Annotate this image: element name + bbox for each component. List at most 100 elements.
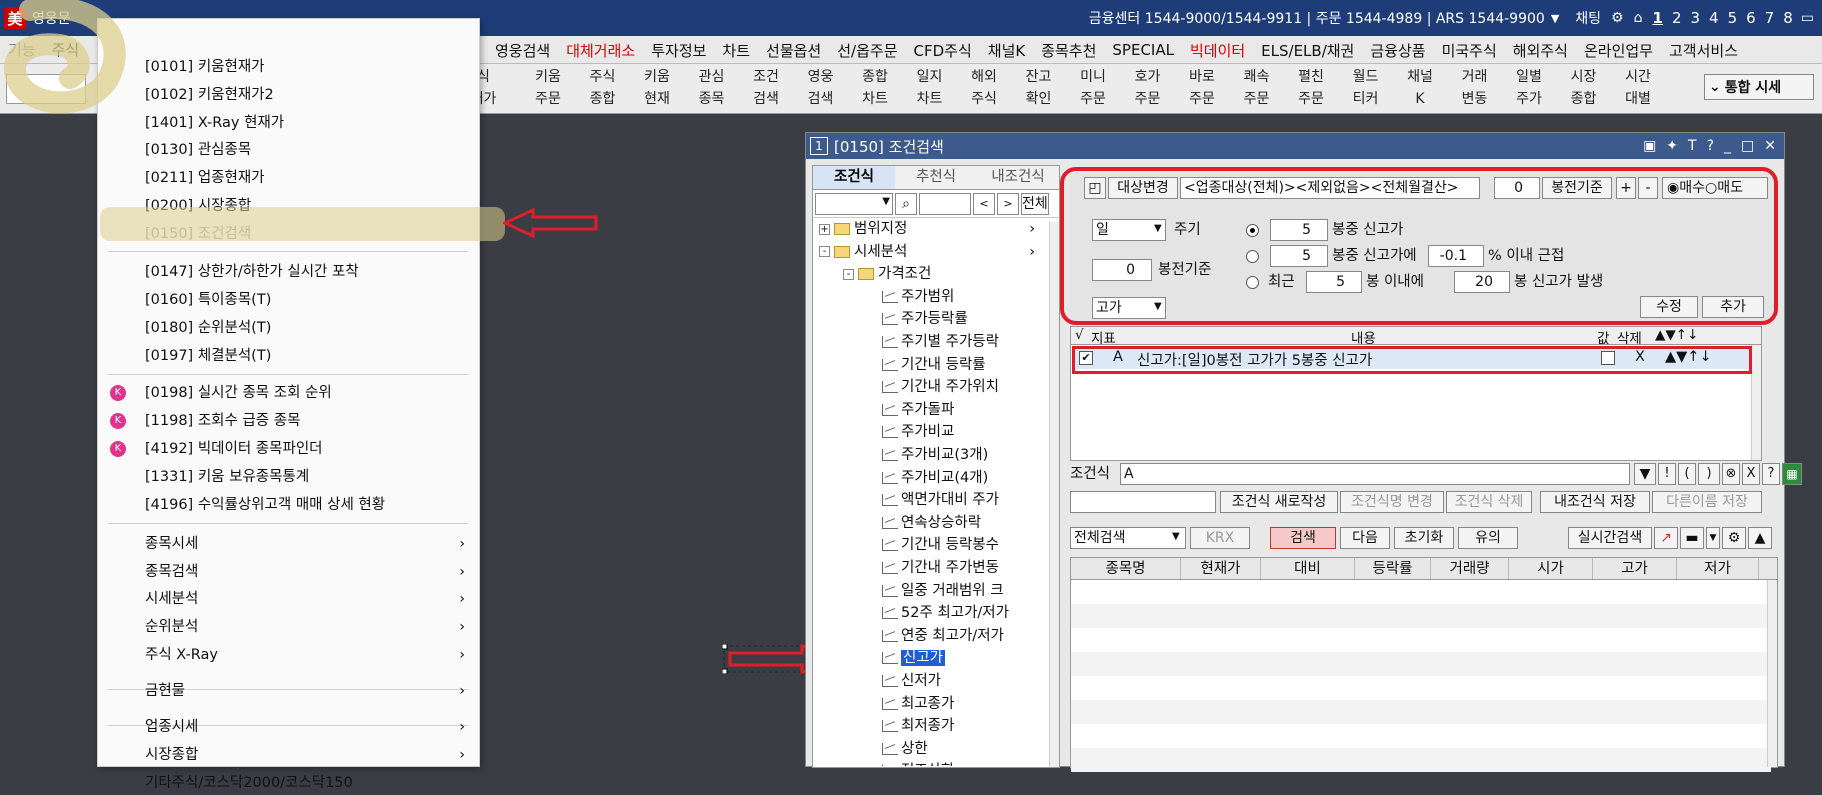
- not-button[interactable]: !: [1658, 463, 1676, 485]
- menu-dropdown-icon[interactable]: ▼: [1706, 527, 1720, 549]
- menu-item[interactable]: [0101] 키움현재가: [145, 55, 265, 79]
- tree-item[interactable]: 주가돌파: [867, 399, 1043, 421]
- submenu-item[interactable]: 종목검색 ›: [145, 560, 465, 584]
- menu-item[interactable]: [0130] 관심종목: [145, 138, 251, 162]
- menu-item[interactable]: 채널K: [980, 40, 1033, 61]
- submenu-item[interactable]: 업종시세 ›: [145, 715, 465, 739]
- minimize-icon[interactable]: _: [1724, 138, 1731, 154]
- menu-item[interactable]: 영웅검색: [487, 40, 558, 61]
- results-column-header[interactable]: 종목명: [1071, 558, 1181, 579]
- contact-dropdown-icon[interactable]: ▼: [1551, 12, 1559, 25]
- tab-my-condition[interactable]: 내조건식: [977, 166, 1059, 189]
- toolbar-button[interactable]: 잔고 확인: [1013, 66, 1065, 112]
- toolbar-button[interactable]: 시장 종합: [1558, 66, 1610, 112]
- realtime-search-button[interactable]: 실시간검색: [1568, 527, 1652, 549]
- toolbar-button[interactable]: 키움 현재: [631, 66, 683, 112]
- tree-item[interactable]: 기간내 등락봉수: [867, 534, 1043, 556]
- expand-toggle-icon[interactable]: +: [819, 223, 830, 235]
- menu-item[interactable]: 투자정보: [643, 40, 714, 61]
- excel-export-icon[interactable]: ▦: [1782, 463, 1802, 485]
- expand-toggle-icon[interactable]: -: [843, 268, 854, 280]
- toolbar-button[interactable]: 미니 주문: [1067, 66, 1119, 112]
- toolbar-button[interactable]: 관심 종목: [686, 66, 738, 112]
- next-icon[interactable]: >: [997, 192, 1019, 215]
- save-as-button[interactable]: 다른이름 저장: [1652, 491, 1762, 513]
- screen-page-tab[interactable]: 6: [1746, 9, 1756, 27]
- tree-item[interactable]: 주가비교(3개): [867, 444, 1043, 466]
- close-icon[interactable]: ✕: [1764, 138, 1776, 154]
- caution-button[interactable]: 유의: [1458, 527, 1518, 549]
- prev-icon[interactable]: <: [973, 192, 995, 215]
- menu-item[interactable]: 빅데이터: [1182, 40, 1253, 61]
- tree-item[interactable]: - 시세분석 ›: [819, 241, 1043, 263]
- toolbar-button[interactable]: 일별 주가: [1503, 66, 1555, 112]
- tree-item[interactable]: 기간내 주가위치: [867, 376, 1043, 398]
- menu-item[interactable]: [0211] 업종현재가: [145, 166, 265, 190]
- tree-item[interactable]: 최고종가: [867, 693, 1043, 715]
- results-column-header[interactable]: 저가: [1677, 558, 1759, 579]
- submenu-item[interactable]: 금현물 ›: [145, 679, 465, 703]
- toolbar-button[interactable]: 시간 대별: [1612, 66, 1664, 112]
- results-column-header[interactable]: 거래량: [1431, 558, 1509, 579]
- collapse-icon[interactable]: ▲: [1748, 527, 1772, 549]
- submenu-item[interactable]: 시장종합 ›: [145, 743, 465, 767]
- xor-button[interactable]: ⊗: [1722, 463, 1740, 485]
- toolbar-button[interactable]: 주식 종합: [577, 66, 629, 112]
- tree-item[interactable]: 주가등락률: [867, 308, 1043, 330]
- font-size-icon[interactable]: T: [1688, 138, 1697, 154]
- toolbar-button[interactable]: 쾌속 주문: [1231, 66, 1283, 112]
- toolbar-button[interactable]: 종합 차트: [849, 66, 901, 112]
- menu-item[interactable]: 선물옵션: [758, 40, 829, 61]
- home-icon[interactable]: ⌂: [1634, 10, 1643, 26]
- chat-label[interactable]: 채팅: [1575, 8, 1601, 28]
- condition-name-input[interactable]: [1070, 491, 1216, 513]
- menu-item[interactable]: [4192] 빅데이터 종목파인더: [145, 437, 323, 461]
- submenu-item[interactable]: 주식 X-Ray ›: [145, 643, 465, 667]
- rename-condition-button[interactable]: 조건식명 변경: [1340, 491, 1444, 513]
- next-button[interactable]: 다음: [1340, 527, 1390, 549]
- help-button[interactable]: ?: [1762, 463, 1780, 485]
- reset-button[interactable]: 초기화: [1394, 527, 1454, 549]
- toolbar-button[interactable]: 조건 검색: [740, 66, 792, 112]
- menu-item[interactable]: 고객서비스: [1661, 40, 1746, 61]
- menu-item[interactable]: [0147] 상한가/하한가 실시간 포착: [145, 260, 359, 284]
- new-condition-button[interactable]: 조건식 새로작성: [1220, 491, 1338, 513]
- results-column-header[interactable]: 현재가: [1181, 558, 1261, 579]
- results-scrollbar[interactable]: [1767, 580, 1777, 767]
- tree-item[interactable]: 주기별 주가등락: [867, 331, 1043, 353]
- menu-item[interactable]: 온라인업무: [1576, 40, 1661, 61]
- menu-item[interactable]: [1198] 조회수 급증 종목: [145, 409, 300, 433]
- pin-icon[interactable]: ✦: [1666, 138, 1678, 154]
- menu-item[interactable]: [1331] 키움 보유종목통계: [145, 465, 309, 489]
- results-column-header[interactable]: 대비: [1261, 558, 1355, 579]
- menu-item[interactable]: 미국주식: [1434, 40, 1505, 61]
- submenu-item[interactable]: 종목시세 ›: [145, 532, 465, 556]
- formula-field[interactable]: A: [1120, 463, 1630, 485]
- tree-scrollbar[interactable]: [1049, 222, 1059, 767]
- search-button[interactable]: 검색: [1270, 527, 1336, 549]
- search-icon[interactable]: ⌕: [895, 192, 917, 215]
- tree-item[interactable]: + 범위지정 ›: [819, 218, 1043, 240]
- menu-item[interactable]: [4196] 수익률상위고객 매매 상세 현황: [145, 493, 385, 517]
- menu-icon[interactable]: ▬: [1680, 527, 1704, 549]
- screen-page-tab[interactable]: 3: [1690, 9, 1700, 27]
- krx-button[interactable]: KRX: [1190, 527, 1250, 549]
- tree-item[interactable]: 일중 거래범위 크: [867, 580, 1043, 602]
- toolbar-button[interactable]: 펼친 주문: [1285, 66, 1337, 112]
- scope-dropdown-icon[interactable]: ▼: [1172, 531, 1180, 542]
- menu-item[interactable]: ELS/ELB/채권: [1253, 40, 1362, 61]
- screen-page-tab[interactable]: 7: [1765, 9, 1775, 27]
- toolbar-button[interactable]: 일지 차트: [904, 66, 956, 112]
- grid-scrollbar[interactable]: [1751, 345, 1761, 460]
- all-button[interactable]: 전체: [1021, 192, 1049, 215]
- maximize-icon[interactable]: □: [1741, 138, 1754, 154]
- formula-dropdown-icon[interactable]: ▼: [1634, 463, 1656, 485]
- tree-search-input[interactable]: [919, 192, 971, 215]
- window-link-icon[interactable]: ▣: [1643, 138, 1656, 154]
- save-my-condition-button[interactable]: 내조건식 저장: [1540, 491, 1650, 513]
- screen-page-tab[interactable]: 5: [1728, 9, 1738, 27]
- menu-item[interactable]: 선/옵주문: [829, 40, 905, 61]
- chart-icon[interactable]: ↗: [1654, 527, 1678, 549]
- tree-item[interactable]: 연속상승하락: [867, 512, 1043, 534]
- submenu-item[interactable]: 시세분석 ›: [145, 587, 465, 611]
